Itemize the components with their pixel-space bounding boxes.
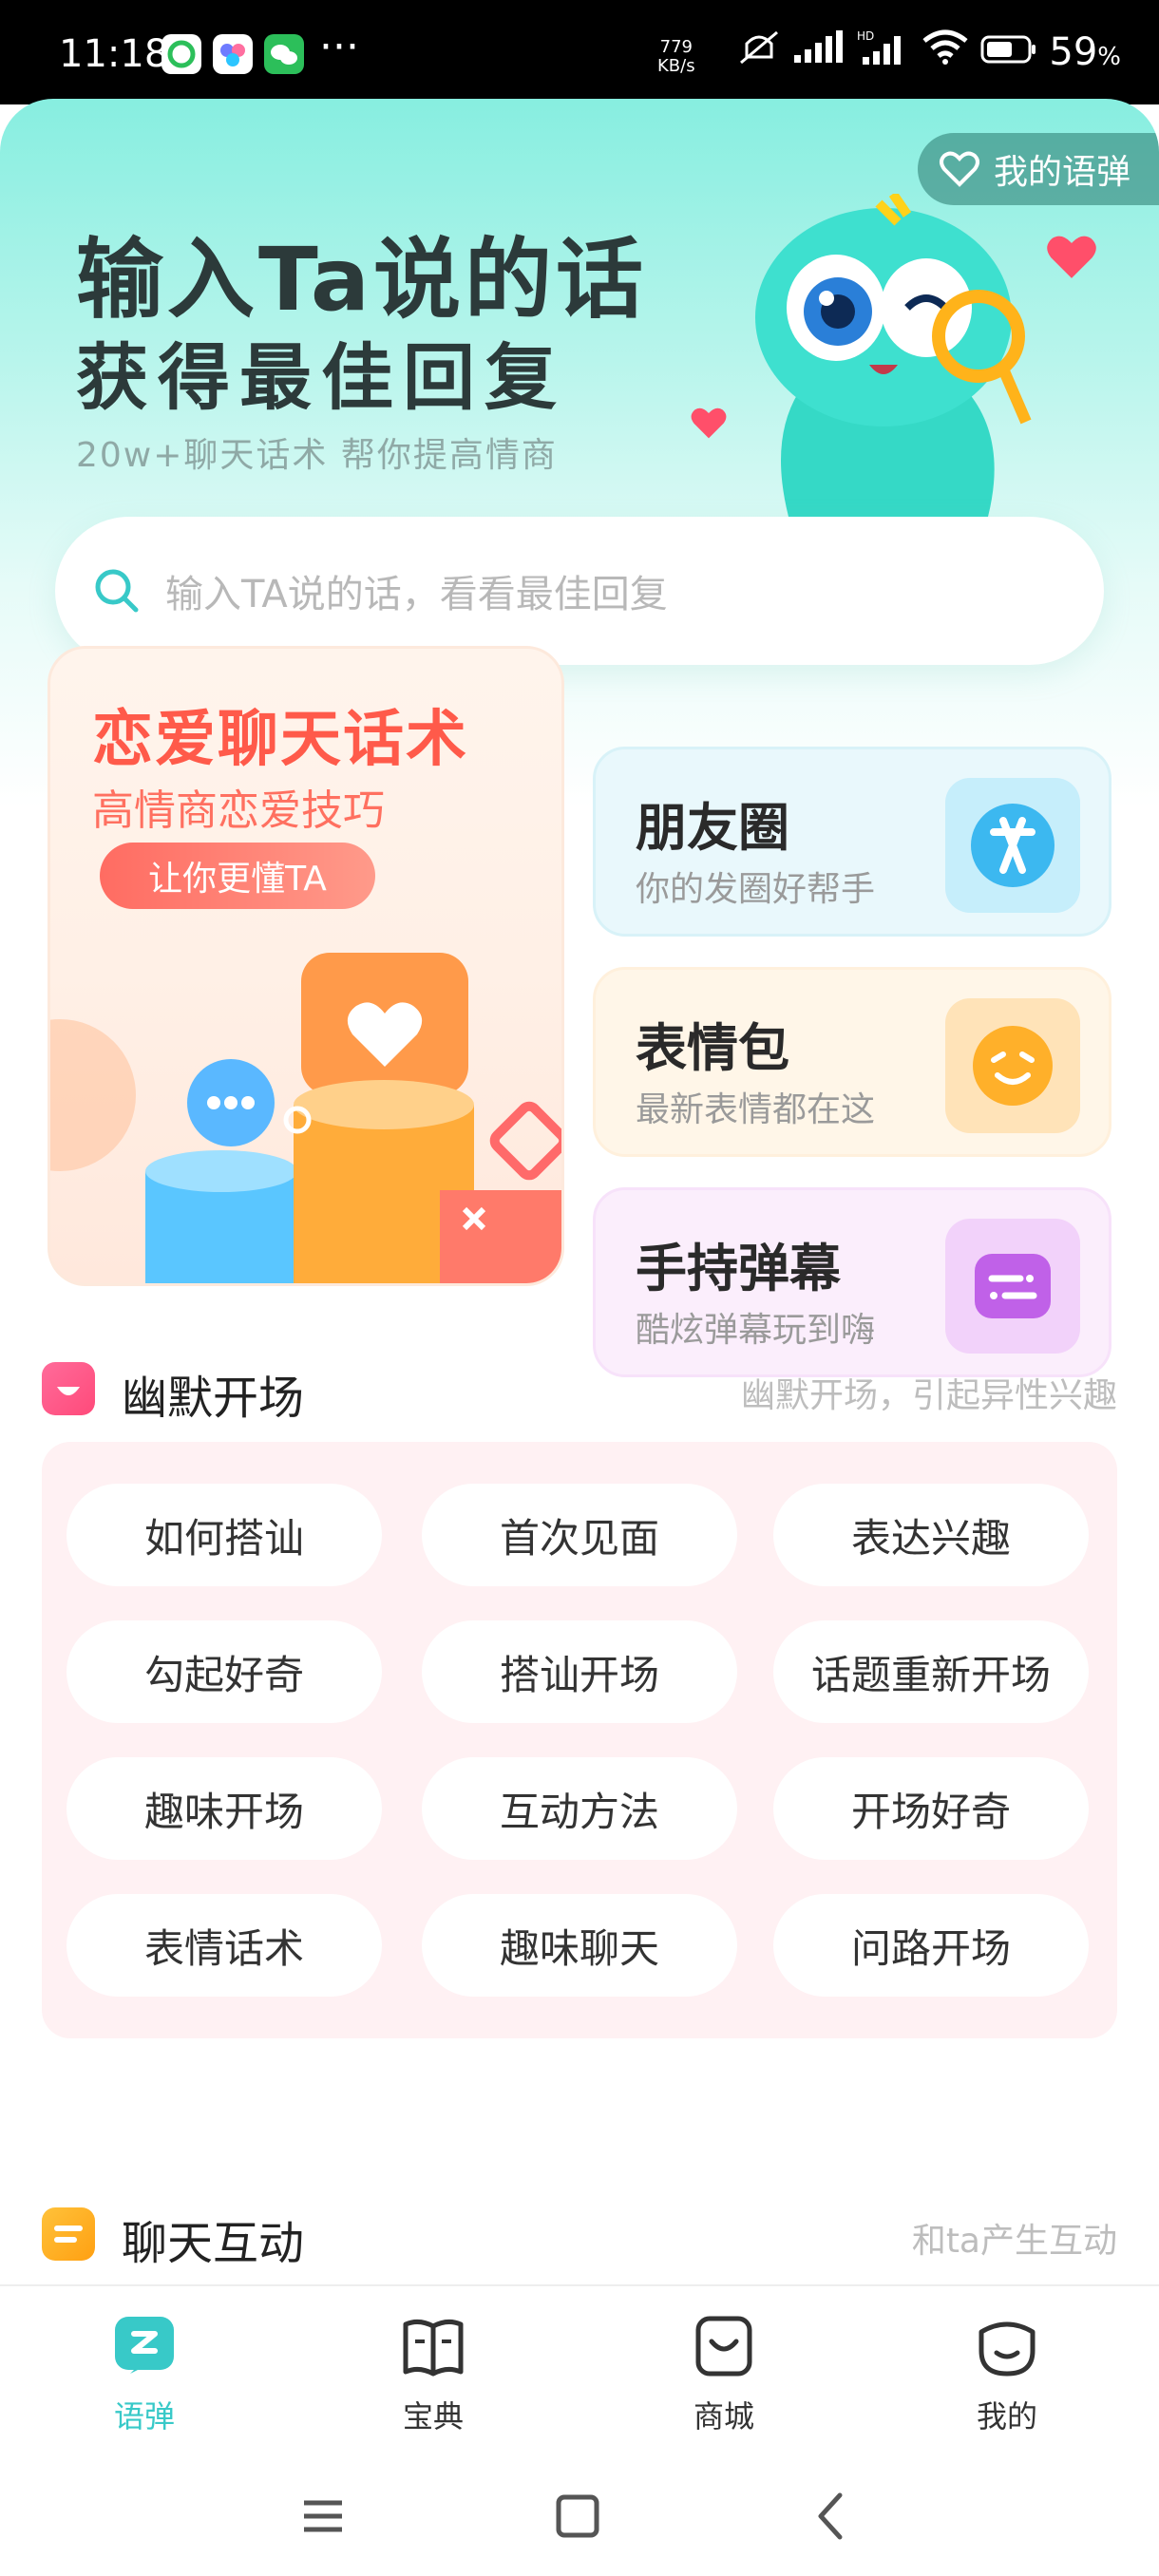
card-subtitle: 你的发圈好帮手: [636, 870, 876, 909]
topic-chip[interactable]: 互动方法: [422, 1757, 737, 1860]
topic-chip[interactable]: 趣味聊天: [422, 1894, 737, 1997]
topic-chip[interactable]: 趣味开场: [66, 1757, 382, 1860]
humor-section-header: 幽默开场 幽默开场，引起异性兴趣: [42, 1354, 1117, 1425]
book-icon: [403, 2319, 464, 2377]
topic-chip[interactable]: 勾起好奇: [66, 1620, 382, 1723]
smile-icon: [42, 1362, 95, 1415]
emoji-icon: [945, 998, 1080, 1133]
speed-value: 779: [659, 37, 693, 57]
wifi-icon: [922, 29, 969, 75]
tab-shop[interactable]: 商城: [648, 2313, 800, 2436]
section-title: 聊天互动: [122, 2217, 305, 2270]
topic-chip[interactable]: 话题重新开场: [773, 1620, 1089, 1723]
love-card-pill: 让你更懂TA: [100, 843, 375, 909]
section-description: 幽默开场，引起异性兴趣: [740, 1376, 1117, 1415]
heart-decoration-icon: [691, 407, 727, 439]
mascot-illustration: [755, 194, 1032, 517]
battery-icon: [980, 30, 1037, 74]
emoji-card[interactable]: 表情包 最新表情都在这: [593, 967, 1112, 1157]
battery-value: 59: [1049, 30, 1098, 74]
search-input[interactable]: 输入TA说的话，看看最佳回复: [165, 563, 668, 618]
wechat-icon: [264, 34, 304, 74]
status-time: 11:18: [59, 32, 169, 76]
hero-subtitle: 20w+聊天话术 帮你提高情商: [76, 436, 558, 475]
tab-baodian[interactable]: 宝典: [357, 2313, 509, 2436]
topic-chip[interactable]: 首次见面: [422, 1484, 737, 1586]
topic-chip[interactable]: 搭讪开场: [422, 1620, 737, 1723]
signal-hd-icon: HD: [857, 28, 910, 76]
tab-label: 我的: [976, 2398, 1037, 2434]
notification-app-icon: [162, 34, 201, 74]
shop-bag-icon: [695, 2316, 752, 2377]
friends-circle-card[interactable]: 朋友圈 你的发圈好帮手: [593, 747, 1112, 937]
card-subtitle: 最新表情都在这: [636, 1090, 876, 1129]
section-description: 和ta产生互动: [911, 2222, 1117, 2261]
danmaku-icon: [945, 1219, 1080, 1354]
topic-chip[interactable]: 开场好奇: [773, 1757, 1089, 1860]
topic-chip[interactable]: 如何搭讪: [66, 1484, 382, 1586]
love-card-subtitle: 高情商恋爱技巧: [92, 786, 385, 835]
topic-chip[interactable]: 问路开场: [773, 1894, 1089, 1997]
heart-decoration-icon: [1047, 236, 1096, 278]
love-card-title: 恋爱聊天话术: [92, 705, 468, 775]
status-right: HD 59%: [737, 28, 1121, 76]
section-title: 幽默开场: [122, 1372, 305, 1425]
topic-chip[interactable]: 表情话术: [66, 1894, 382, 1997]
card-subtitle: 酷炫弹幕玩到嗨: [636, 1311, 876, 1350]
system-nav-bar: [0, 2453, 1159, 2576]
card-title: 手持弹幕: [636, 1239, 841, 1298]
heart-outline-icon: [939, 151, 979, 187]
humor-topic-grid: 如何搭讪 首次见面 表达兴趣 勾起好奇 搭讪开场 话题重新开场 趣味开场 互动方…: [42, 1442, 1117, 2038]
tab-mine[interactable]: 我的: [931, 2313, 1083, 2436]
search-icon: [95, 569, 139, 613]
back-icon[interactable]: [804, 2488, 861, 2545]
friends-circle-icon: [945, 778, 1080, 913]
card-title: 表情包: [636, 1018, 789, 1078]
chat-lines-icon: [42, 2207, 95, 2261]
home-icon[interactable]: [549, 2488, 606, 2545]
hero-title-line1: 输入Ta说的话: [76, 229, 647, 331]
speed-unit: KB/s: [657, 56, 695, 76]
status-bar: 11:18 ··· 779 KB/s HD 59%: [0, 0, 1159, 104]
network-speed: 779 KB/s: [657, 38, 695, 76]
tab-yudan[interactable]: 语弹: [68, 2313, 220, 2436]
status-more: ···: [319, 23, 359, 71]
profile-face-icon: [978, 2321, 1036, 2377]
svg-text:HD: HD: [857, 29, 874, 43]
love-chat-card[interactable]: 恋爱聊天话术 高情商恋爱技巧 让你更懂TA: [48, 646, 564, 1286]
love-card-illustration: [50, 953, 561, 1283]
tab-label: 宝典: [402, 2398, 464, 2434]
tab-label: 商城: [693, 2398, 754, 2434]
mute-icon: [737, 28, 781, 76]
chat-section-header: 聊天互动 和ta产生互动: [42, 2200, 1117, 2270]
danmaku-card[interactable]: 手持弹幕 酷炫弹幕玩到嗨: [593, 1187, 1112, 1377]
menu-icon[interactable]: [294, 2488, 352, 2545]
card-title: 朋友圈: [636, 798, 789, 858]
bottom-tab-bar: 语弹 宝典 商城 我的: [0, 2284, 1159, 2453]
tab-label: 语弹: [113, 2398, 175, 2434]
my-words-label: 我的语弹: [993, 153, 1130, 192]
hero-title-line2: 获得最佳回复: [76, 335, 566, 420]
battery-percent: 59%: [1049, 30, 1121, 74]
topic-chip[interactable]: 表达兴趣: [773, 1484, 1089, 1586]
notification-app-icon: [213, 34, 253, 74]
chat-bubble-icon: [115, 2317, 174, 2374]
search-bar[interactable]: 输入TA说的话，看看最佳回复: [55, 517, 1104, 665]
battery-unit: %: [1097, 43, 1121, 71]
signal-icon: [792, 30, 846, 74]
